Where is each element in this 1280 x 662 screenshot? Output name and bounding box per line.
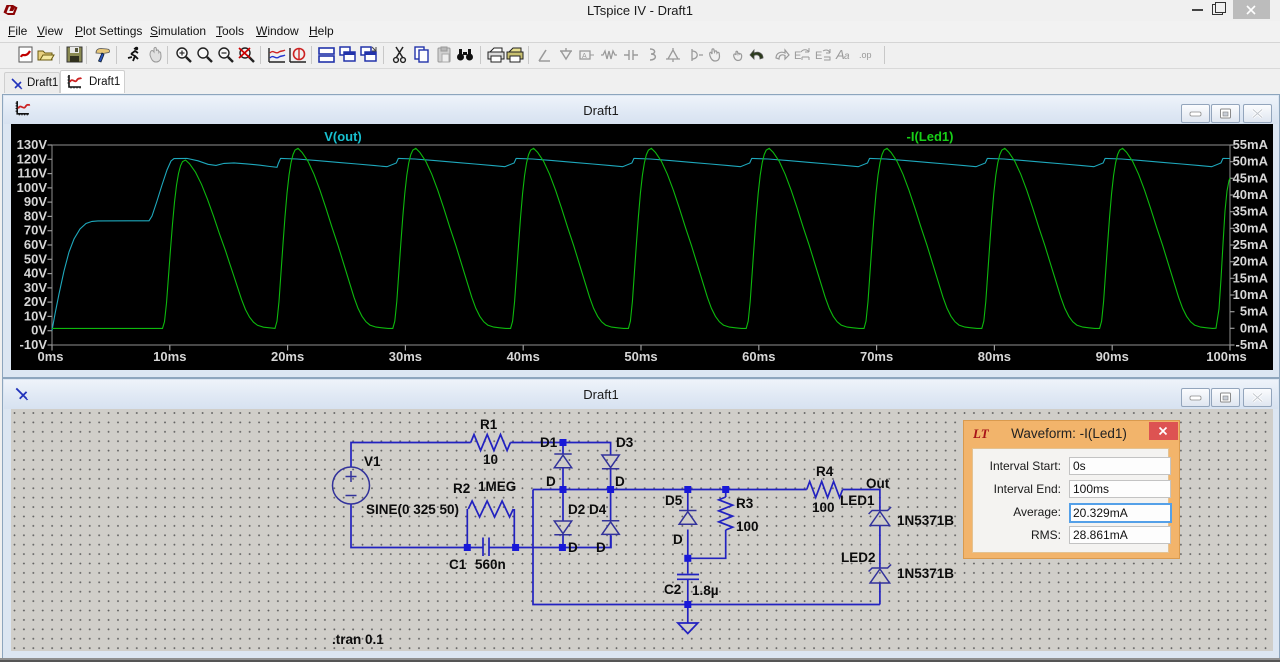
svg-text:5mA: 5mA <box>1240 304 1269 319</box>
svg-text:70V: 70V <box>24 223 47 238</box>
svg-text:45mA: 45mA <box>1233 170 1269 185</box>
svg-text:10mA: 10mA <box>1233 287 1269 302</box>
svg-text:C2: C2 <box>664 582 681 597</box>
svg-text:10: 10 <box>483 452 498 467</box>
svg-text:1N5371B: 1N5371B <box>897 513 954 528</box>
svg-text:0mA: 0mA <box>1240 320 1269 335</box>
svg-text:D: D <box>615 474 625 489</box>
svg-text:90V: 90V <box>24 194 47 209</box>
svg-text:D: D <box>568 540 578 555</box>
svg-text:100ms: 100ms <box>1206 349 1246 364</box>
svg-text:1MEG: 1MEG <box>478 479 516 494</box>
svg-text:560n: 560n <box>475 557 506 572</box>
svg-text:50V: 50V <box>24 251 47 266</box>
svg-text:SINE(0 325 50): SINE(0 325 50) <box>366 502 459 517</box>
svg-text:R3: R3 <box>736 496 754 511</box>
svg-text:90ms: 90ms <box>1096 349 1129 364</box>
svg-text:50ms: 50ms <box>624 349 657 364</box>
svg-text:V(out): V(out) <box>324 129 362 144</box>
svg-text:30V: 30V <box>24 280 47 295</box>
svg-text:10V: 10V <box>24 308 47 323</box>
svg-text:40V: 40V <box>24 266 47 281</box>
svg-text:Out: Out <box>866 476 890 491</box>
svg-text:0ms: 0ms <box>37 349 63 364</box>
svg-text:80ms: 80ms <box>978 349 1011 364</box>
svg-text:R4: R4 <box>816 464 834 479</box>
svg-text:100: 100 <box>736 519 759 534</box>
svg-text:80V: 80V <box>24 208 47 223</box>
svg-text:R1: R1 <box>480 417 498 432</box>
svg-text:D: D <box>673 532 683 547</box>
svg-text:R2: R2 <box>453 481 470 496</box>
svg-text:a: a <box>844 51 850 62</box>
svg-text:10ms: 10ms <box>153 349 186 364</box>
svg-text:D5: D5 <box>665 493 683 508</box>
svg-text:0V: 0V <box>31 323 47 338</box>
svg-text:D: D <box>546 474 556 489</box>
svg-text:40ms: 40ms <box>507 349 540 364</box>
svg-text:120V: 120V <box>17 151 48 166</box>
svg-text:100V: 100V <box>17 180 48 195</box>
svg-text:15mA: 15mA <box>1233 270 1269 285</box>
svg-text:C1: C1 <box>449 557 467 572</box>
svg-text:A: A <box>582 53 587 60</box>
svg-text:70ms: 70ms <box>860 349 893 364</box>
svg-text:30ms: 30ms <box>389 349 422 364</box>
svg-text:25mA: 25mA <box>1233 237 1269 252</box>
svg-text:-I(Led1): -I(Led1) <box>907 129 954 144</box>
svg-text:.op: .op <box>859 50 872 60</box>
svg-text:100: 100 <box>812 500 835 515</box>
svg-text:60V: 60V <box>24 237 47 252</box>
svg-text:.tran 0.1: .tran 0.1 <box>332 632 384 647</box>
svg-text:1N5371B: 1N5371B <box>897 566 954 581</box>
svg-text:50mA: 50mA <box>1233 154 1269 169</box>
svg-text:1.8µ: 1.8µ <box>692 583 719 598</box>
svg-text:30mA: 30mA <box>1233 220 1269 235</box>
svg-text:110V: 110V <box>17 166 47 181</box>
svg-text:60ms: 60ms <box>742 349 775 364</box>
svg-text:20mA: 20mA <box>1233 254 1269 269</box>
svg-text:D: D <box>596 540 606 555</box>
svg-text:40mA: 40mA <box>1233 187 1269 202</box>
svg-text:E: E <box>794 50 801 62</box>
svg-text:130V: 130V <box>17 137 48 152</box>
svg-text:20ms: 20ms <box>271 349 304 364</box>
svg-text:LED2: LED2 <box>841 550 876 565</box>
svg-text:35mA: 35mA <box>1233 204 1269 219</box>
svg-text:E: E <box>815 50 822 62</box>
svg-text:D3: D3 <box>616 435 634 450</box>
svg-text:LED1: LED1 <box>840 493 875 508</box>
svg-text:55mA: 55mA <box>1233 137 1269 152</box>
svg-text:D1: D1 <box>540 435 558 450</box>
svg-text:D2 D4: D2 D4 <box>568 502 607 517</box>
svg-text:20V: 20V <box>24 294 47 309</box>
svg-text:V1: V1 <box>364 454 381 469</box>
